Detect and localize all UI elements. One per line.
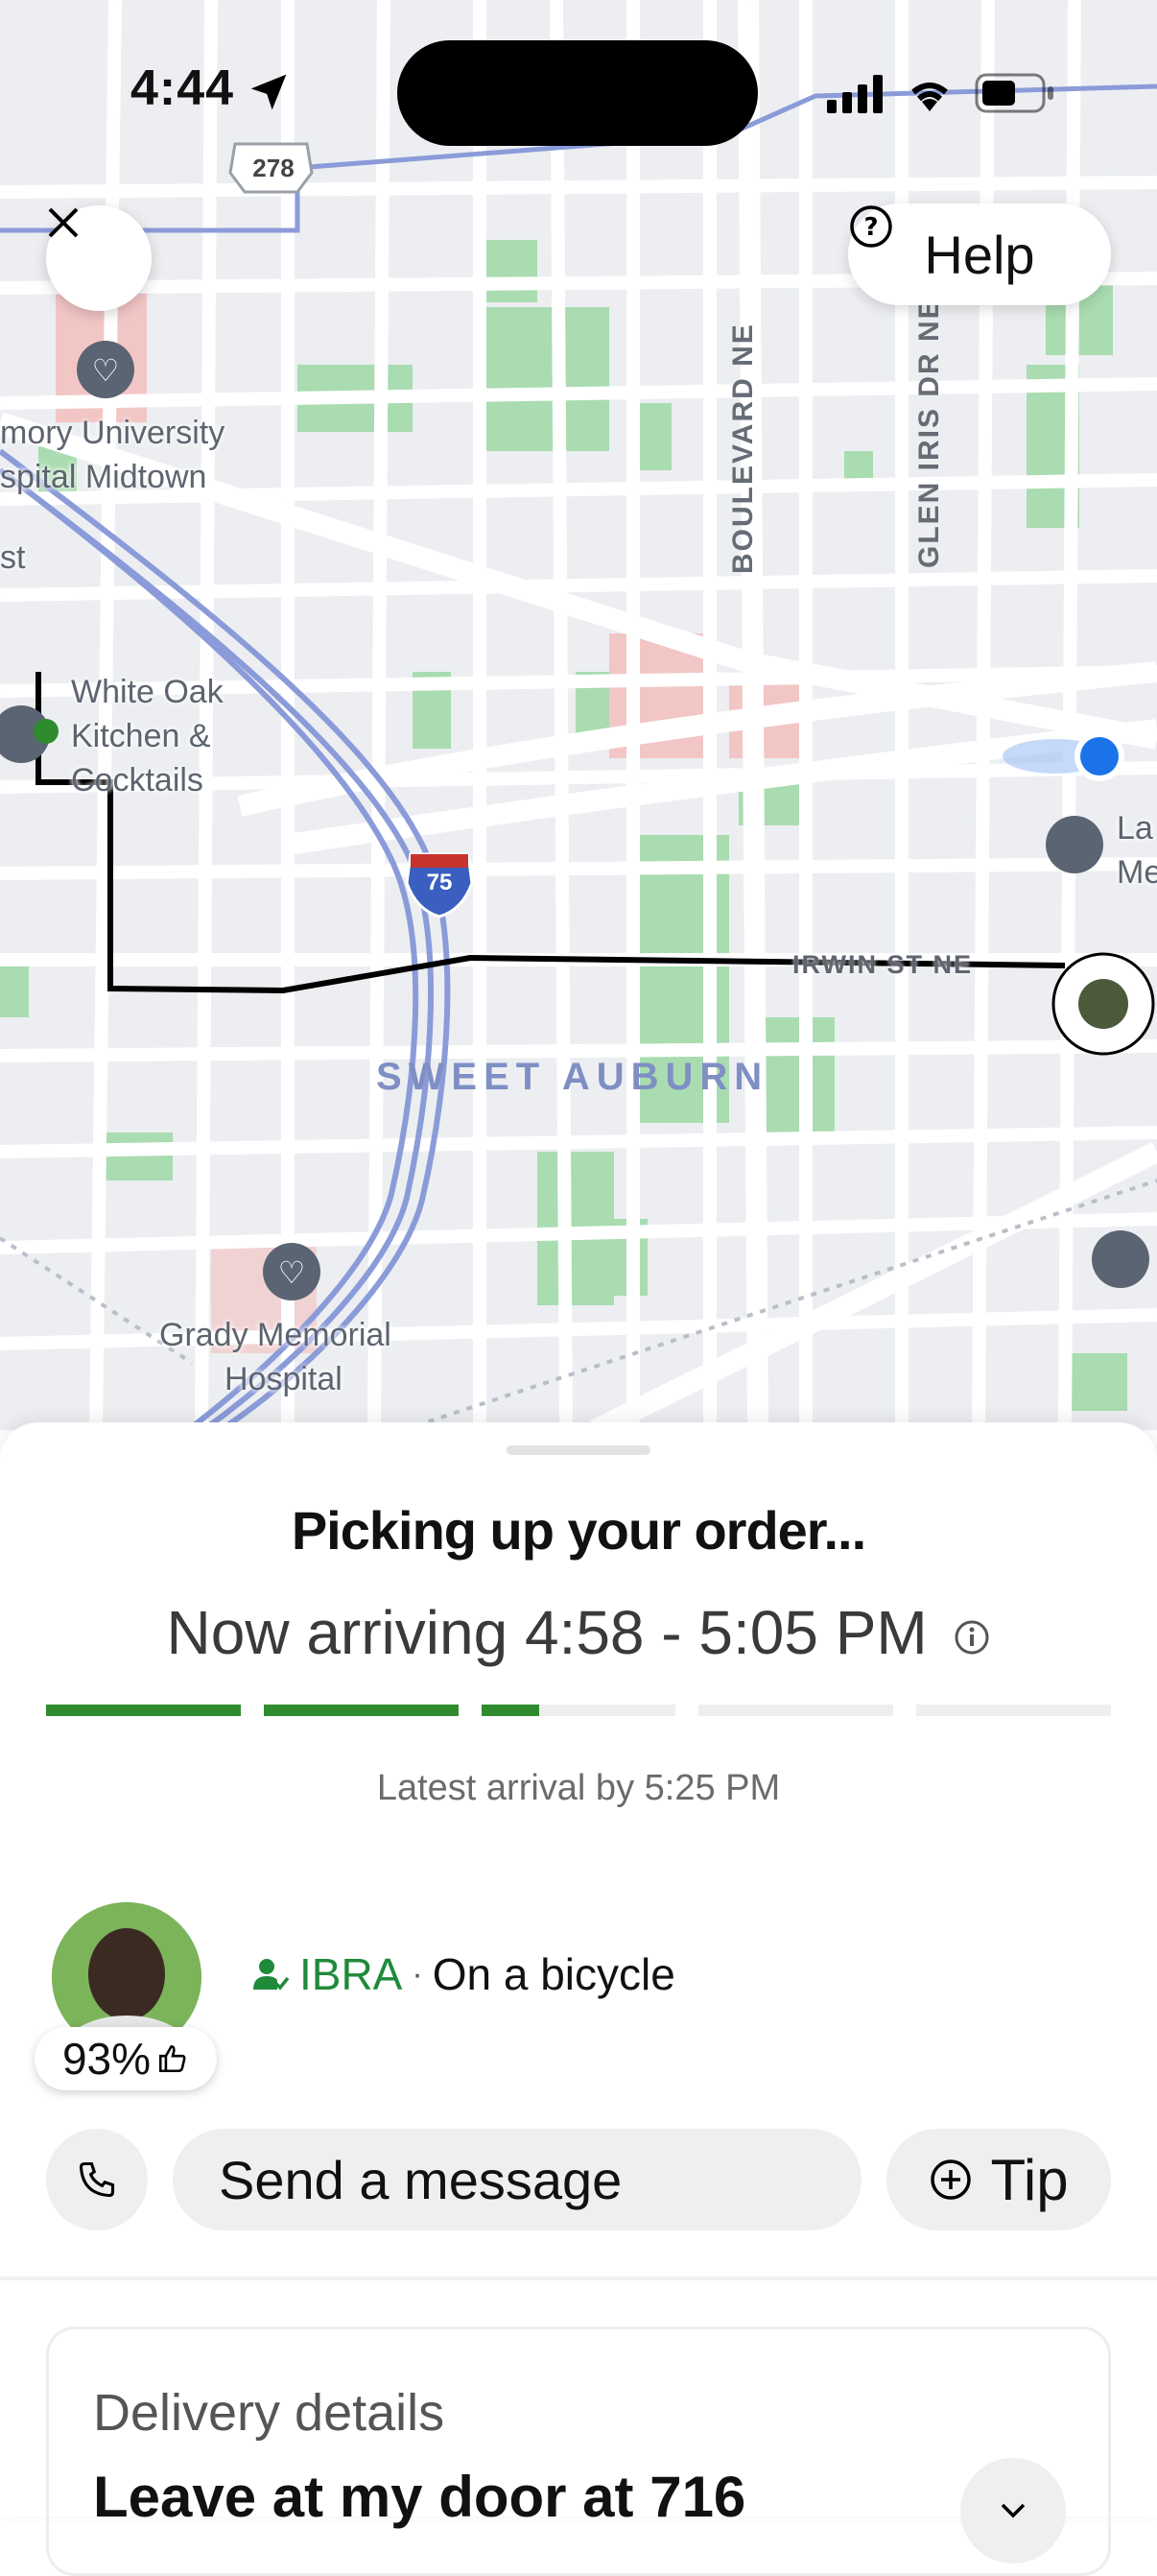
status-bar: 4:44 (0, 0, 1157, 182)
progress-segment-fill (481, 1705, 540, 1716)
eta-text: Now arriving 4:58 - 5:05 PM (166, 1598, 928, 1667)
help-icon: ? (850, 205, 892, 248)
map-label-emory-2: spital Midtown (0, 459, 207, 495)
cellular-signal-icon (827, 75, 883, 113)
map-label-grady-2: Hospital (224, 1361, 342, 1397)
wifi-icon (911, 83, 948, 111)
courier-mode: On a bicycle (432, 1949, 675, 1999)
latest-arrival-text: Latest arrival by 5:25 PM (376, 1768, 781, 1808)
interstate-number: 75 (426, 870, 453, 895)
street-label-irwin: IRWIN ST NE (792, 950, 974, 979)
tip-label: Tip (990, 2147, 1069, 2212)
thumbs-up-icon (159, 2044, 186, 2073)
sheet-grab-handle[interactable] (507, 1445, 650, 1455)
courier-marker-photo (1078, 979, 1128, 1029)
map-label-restaurant-3: Cocktails (71, 762, 203, 799)
hospital-pin: ♡ (77, 341, 134, 398)
info-icon[interactable] (953, 1618, 991, 1657)
map-label-emory: mory University (0, 415, 225, 451)
send-message-button[interactable]: Send a message (173, 2129, 862, 2230)
pickup-pin (34, 719, 59, 744)
map-label-restaurant-1: White Oak (71, 674, 224, 710)
help-button[interactable]: ? Help (848, 203, 1111, 305)
status-time: 4:44 (130, 60, 235, 116)
map-view[interactable]: ♡ ♡ mory University spital Midtown st Wh… (0, 0, 1157, 1430)
svg-text:?: ? (863, 213, 878, 242)
progress-segment (481, 1705, 676, 1716)
svg-text:♡: ♡ (92, 352, 120, 389)
help-label: Help (924, 224, 1035, 285)
current-location-dot (1080, 737, 1119, 775)
delivery-details-value: Leave at my door at 716 (93, 2465, 746, 2529)
section-divider (0, 2277, 1157, 2280)
courier-name: IBRA (299, 1949, 403, 1999)
progress-segment (46, 1705, 241, 1716)
call-button[interactable] (46, 2129, 148, 2230)
restaurant-pin-right (1046, 816, 1103, 873)
delivery-details-card[interactable]: Delivery details Leave at my door at 716 (46, 2326, 1111, 2576)
map-label-right-2: Me (1117, 854, 1157, 891)
progress-segment (698, 1705, 894, 1716)
verified-courier-icon (253, 1959, 290, 1991)
courier-info: IBRA · On a bicycle (251, 1948, 675, 2000)
expand-details-button[interactable] (960, 2458, 1066, 2564)
progress-segment (916, 1705, 1111, 1716)
rating-value: 93% (61, 2034, 152, 2084)
delivery-progress-bar (46, 1705, 1111, 1716)
order-status-title: Picking up your order... (291, 1500, 866, 1561)
courier-separator: · (412, 1955, 423, 1992)
close-icon (48, 207, 79, 238)
delivery-details-label: Delivery details (93, 2384, 445, 2442)
progress-segment (263, 1705, 459, 1716)
order-status-sheet: Picking up your order... Now arriving 4:… (0, 1422, 1157, 2576)
street-label-glen-iris: GLEN IRIS DR NE (913, 298, 945, 568)
dynamic-island (397, 40, 758, 146)
location-arrow-icon (250, 74, 287, 110)
progress-segment-fill (46, 1705, 241, 1716)
bar-pin (1092, 1230, 1149, 1288)
courier-rating: 93% (35, 2027, 217, 2090)
send-message-label: Send a message (219, 2149, 623, 2210)
battery-icon (975, 73, 1053, 113)
close-button[interactable] (46, 205, 152, 311)
phone-icon (79, 2161, 115, 2198)
tip-button[interactable]: Tip (886, 2129, 1111, 2230)
map-label-right-1: La (1117, 810, 1153, 847)
progress-segment-fill (263, 1705, 459, 1716)
map-label-restaurant-2: Kitchen & (71, 718, 211, 754)
hospital-pin-2: ♡ (263, 1243, 320, 1300)
neighborhood-label: SWEET AUBURN (376, 1056, 769, 1098)
svg-text:♡: ♡ (278, 1254, 306, 1291)
street-label-boulevard: BOULEVARD NE (727, 322, 759, 574)
map-label-grady-1: Grady Memorial (159, 1317, 391, 1353)
add-tip-icon (931, 2159, 972, 2200)
eta-row: Now arriving 4:58 - 5:05 PM (0, 1597, 1157, 1668)
chevron-down-icon (1001, 2503, 1026, 2518)
map-label-st: st (0, 539, 26, 576)
